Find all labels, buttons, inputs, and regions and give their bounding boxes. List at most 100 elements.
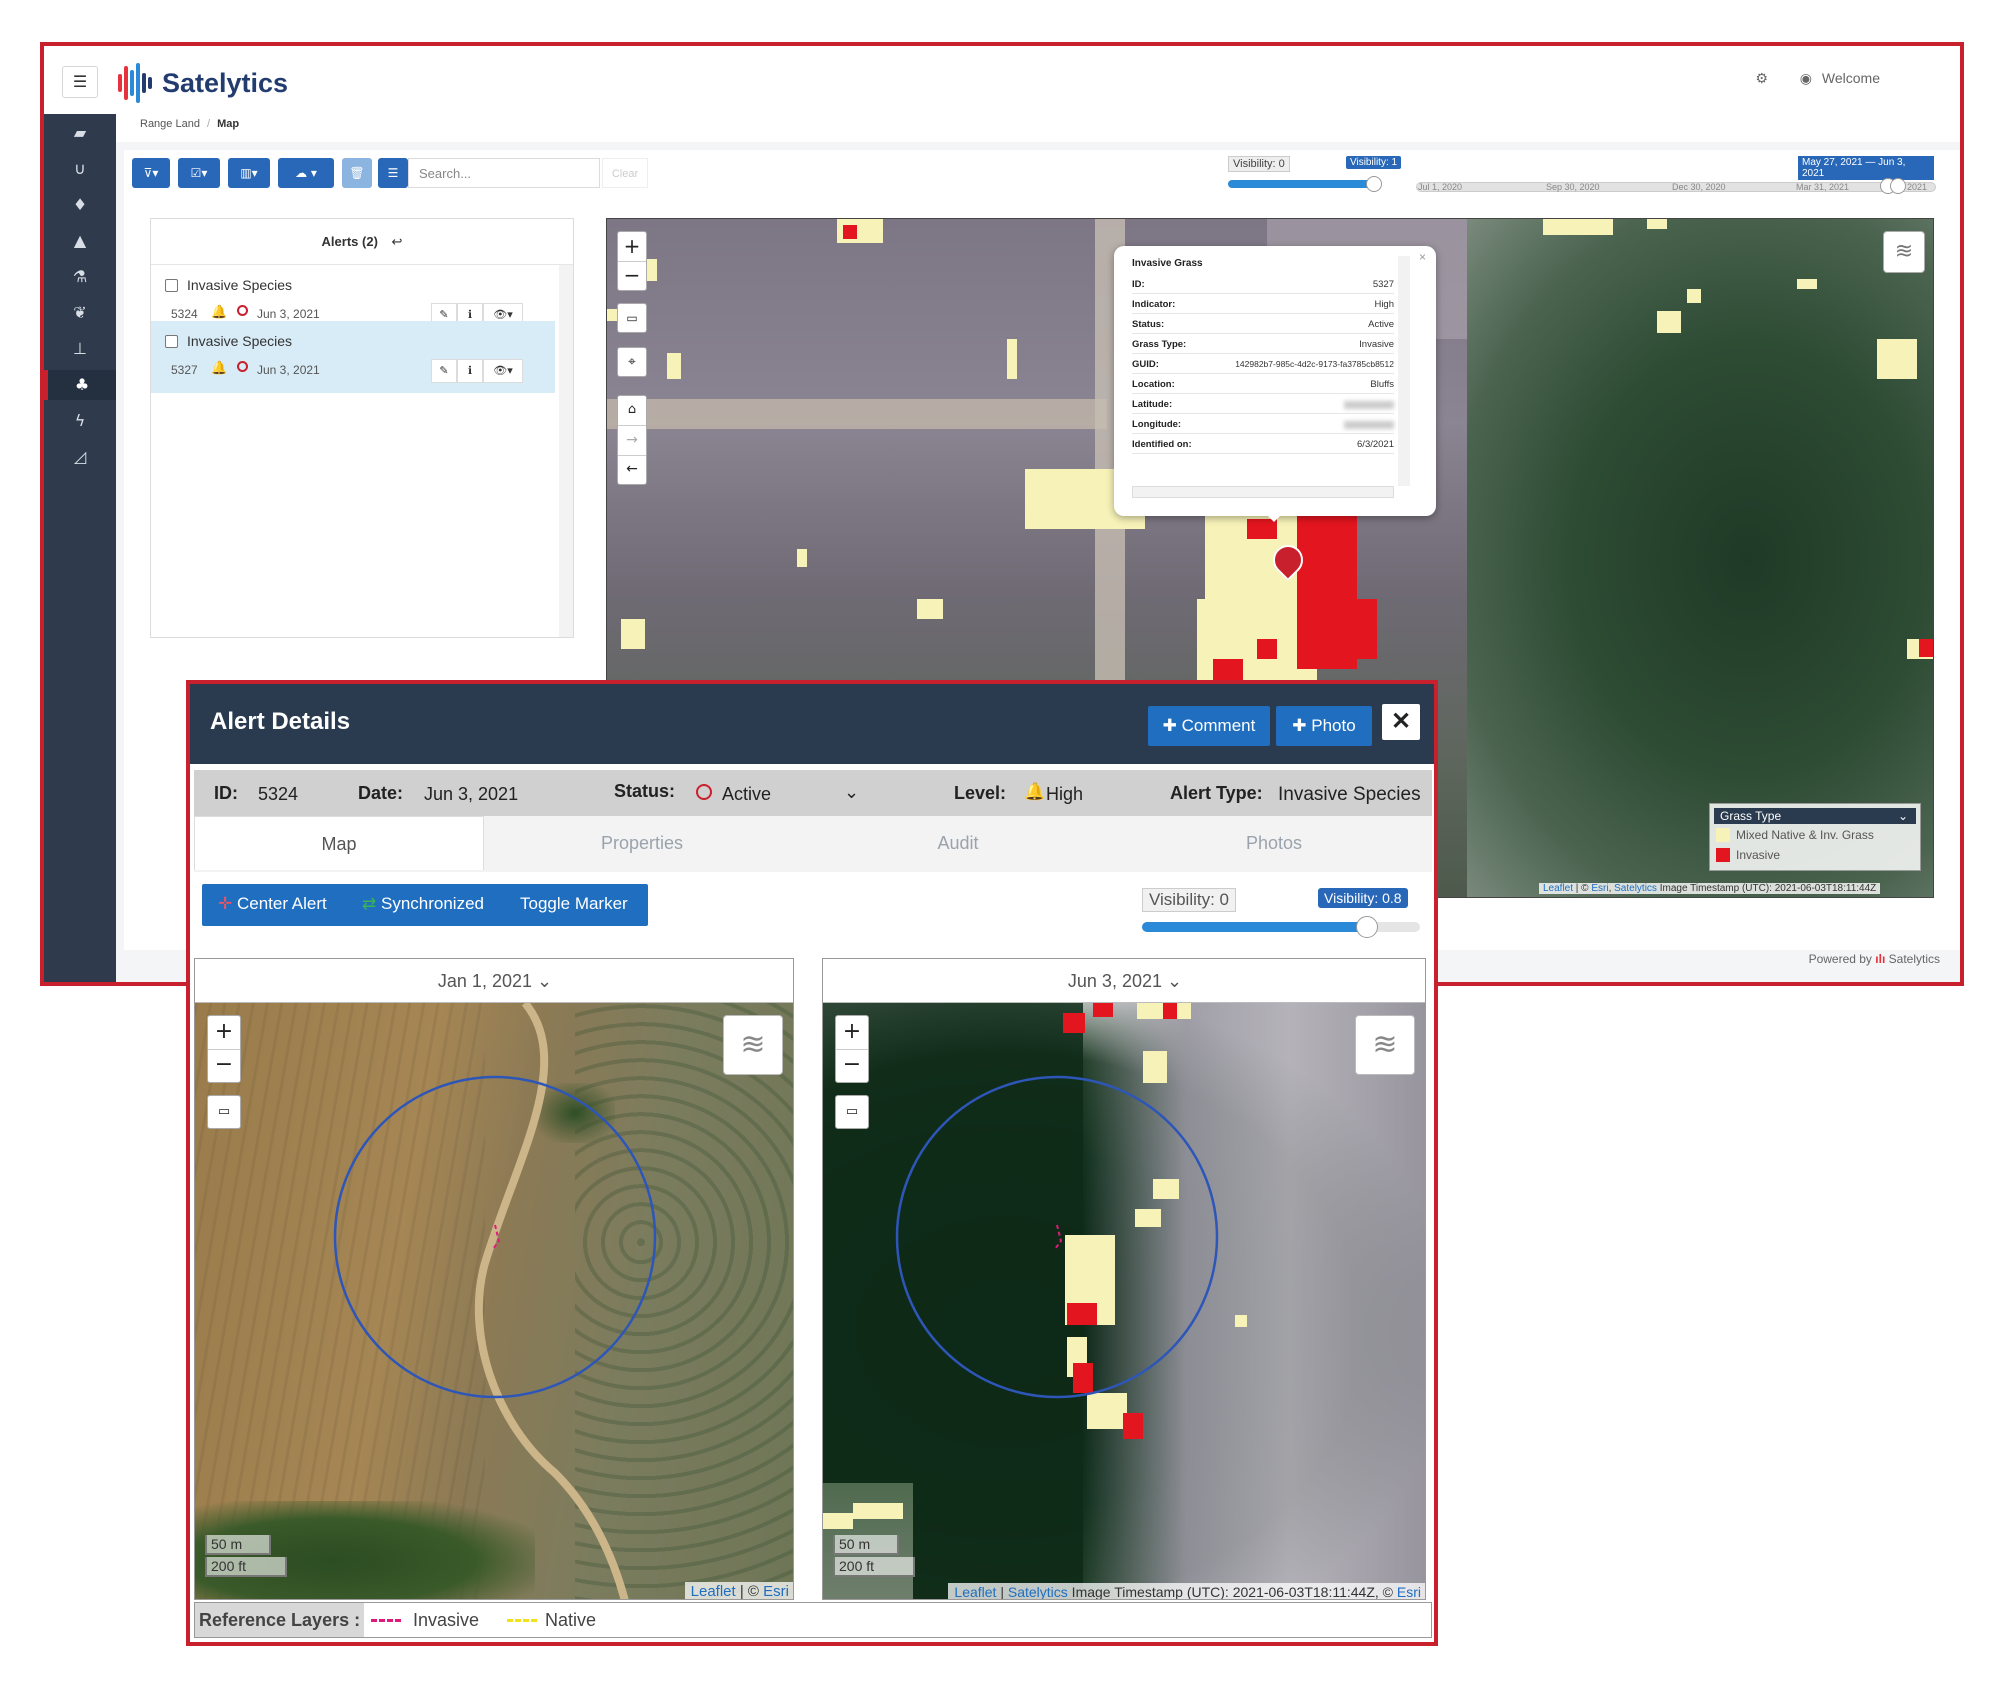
welcome-label[interactable]: Welcome: [1822, 70, 1880, 86]
visibility-eye-icon[interactable]: 👁▾: [483, 359, 523, 383]
esri-link[interactable]: Esri: [1397, 1584, 1421, 1599]
map-attribution: Leaflet | © Esri, Satelytics Image Times…: [1539, 883, 1881, 894]
add-photo-button[interactable]: ✚ Photo: [1276, 706, 1372, 746]
leaflet-link[interactable]: Leaflet: [954, 1584, 996, 1599]
folder-icon[interactable]: ▰: [44, 118, 116, 148]
ruler-icon[interactable]: ▭: [617, 303, 647, 333]
alert-list-item[interactable]: Invasive Species 5327 🔔 Jun 3, 2021 ✎ ℹ …: [151, 321, 555, 393]
filter-dropdown-button[interactable]: ⊽▾: [132, 158, 170, 188]
zoom-out-button[interactable]: −: [618, 262, 646, 290]
leaf-icon[interactable]: ❦: [44, 298, 116, 328]
tab-photos[interactable]: Photos: [1116, 816, 1432, 870]
modal-title: Alert Details: [210, 708, 351, 735]
tab-map[interactable]: Map: [194, 816, 484, 870]
date-label: Date:: [358, 783, 404, 803]
zoom-in-button[interactable]: +: [618, 232, 646, 262]
native-grass-patch: [1877, 339, 1917, 379]
toggle-marker-button[interactable]: Toggle Marker: [520, 894, 628, 914]
esri-link[interactable]: Esri: [763, 1583, 789, 1599]
zoom-out-button[interactable]: −: [836, 1050, 868, 1082]
alert-checkbox[interactable]: [165, 335, 178, 348]
menu-toggle-button[interactable]: ☰: [62, 66, 98, 98]
plus-icon: ✚: [1292, 716, 1307, 735]
list-view-button[interactable]: ☰: [378, 158, 408, 188]
slider-handle[interactable]: [1356, 916, 1378, 938]
add-comment-button[interactable]: ✚ Comment: [1148, 706, 1270, 746]
invasive-grass-patch: [1337, 599, 1377, 659]
leaflet-link[interactable]: Leaflet: [1543, 883, 1573, 894]
right-map-date-selector[interactable]: Jun 3, 2021 ⌄: [823, 959, 1425, 1003]
synchronized-button[interactable]: ⇄ Synchronized: [362, 894, 484, 914]
alert-checkbox[interactable]: [165, 279, 178, 292]
layers-icon[interactable]: ≋: [1883, 231, 1925, 273]
popup-vscrollbar[interactable]: [1398, 256, 1410, 486]
magnet-icon[interactable]: ∪: [44, 154, 116, 184]
search-input[interactable]: Search...: [408, 158, 600, 188]
grass-type-legend[interactable]: Grass Type ⌄ Mixed Native & Inv. Grass In…: [1709, 803, 1921, 871]
breadcrumb-parent[interactable]: Range Land: [140, 118, 200, 130]
popup-row: Grass Type: Invasive: [1132, 334, 1394, 354]
popup-tip: [1264, 512, 1284, 522]
left-comparison-map[interactable]: Jan 1, 2021 ⌄ + − ▭ ≋ 50 m 200 ft Leafle…: [194, 958, 794, 1600]
chevron-down-icon[interactable]: ⌄: [844, 782, 859, 803]
satelytics-link[interactable]: Satelytics: [1008, 1584, 1068, 1599]
back-arrow-icon[interactable]: ↩: [392, 235, 403, 250]
clear-button[interactable]: Clear: [602, 158, 648, 188]
delete-button[interactable]: 🗑: [342, 158, 372, 188]
right-comparison-map[interactable]: Jun 3, 2021 ⌄ + − ▭ ≋ 50 m 200 ft Leafle…: [822, 958, 1426, 1600]
map-dropdown-button[interactable]: ▥▾: [228, 158, 270, 188]
flask-icon[interactable]: ⚗: [44, 262, 116, 292]
bolt-icon[interactable]: ϟ: [44, 406, 116, 436]
close-icon[interactable]: ✕: [1382, 704, 1420, 740]
zoom-out-button[interactable]: −: [208, 1050, 240, 1082]
invasive-ref-label[interactable]: Invasive: [413, 1610, 479, 1631]
back-arrow-icon[interactable]: ←: [618, 456, 646, 484]
forward-arrow-icon[interactable]: →: [618, 426, 646, 456]
popup-row: Identified on: 6/3/2021: [1132, 434, 1394, 454]
user-icon[interactable]: ◉: [1800, 71, 1812, 87]
info-icon[interactable]: ℹ: [457, 359, 483, 383]
navigation-control: ⌂ → ←: [617, 395, 647, 485]
native-ref-label[interactable]: Native: [545, 1610, 596, 1631]
native-grass-patch: [1687, 289, 1701, 303]
status-value[interactable]: Active: [722, 784, 771, 805]
toggle-marker-label: Toggle Marker: [520, 894, 628, 913]
popup-key: Identified on:: [1132, 439, 1192, 450]
legend-title[interactable]: Grass Type ⌄: [1714, 808, 1916, 824]
ruler-icon[interactable]: ▭: [207, 1095, 241, 1129]
tab-audit[interactable]: Audit: [800, 816, 1116, 870]
popup-key: Indicator:: [1132, 299, 1176, 310]
esri-link[interactable]: Esri: [1591, 883, 1608, 894]
layers-icon[interactable]: ≋: [723, 1015, 783, 1075]
popup-close-button[interactable]: ×: [1419, 250, 1426, 264]
timeline-handle-end[interactable]: [1890, 178, 1906, 194]
left-map-date-selector[interactable]: Jan 1, 2021 ⌄: [195, 959, 793, 1003]
cloud-dropdown-button[interactable]: ☁ ▾: [278, 158, 334, 188]
popup-hscrollbar[interactable]: [1132, 486, 1394, 498]
visibility-slider-track[interactable]: [1228, 180, 1374, 188]
area-chart-icon[interactable]: ◿: [44, 442, 116, 472]
thermometer-icon[interactable]: ⊥: [44, 334, 116, 364]
leaflet-link[interactable]: Leaflet: [691, 1583, 736, 1599]
ruler-icon[interactable]: ▭: [835, 1095, 869, 1129]
settings-icon[interactable]: ⚙: [1755, 71, 1768, 87]
select-dropdown-button[interactable]: ☑▾: [178, 158, 220, 188]
alerts-scrollbar[interactable]: [559, 265, 573, 637]
alert-type: Invasive Species: [187, 277, 293, 293]
home-icon[interactable]: ⌂: [618, 396, 646, 426]
satelytics-link[interactable]: Satelytics: [1614, 883, 1657, 894]
zoom-in-button[interactable]: +: [208, 1016, 240, 1050]
drop-icon[interactable]: ♦: [44, 190, 116, 220]
location-pin-icon[interactable]: ⌖: [617, 347, 647, 377]
visibility-slider-handle[interactable]: [1366, 176, 1382, 192]
zoom-in-button[interactable]: +: [836, 1016, 868, 1050]
tree-icon[interactable]: ♣: [44, 370, 116, 400]
popup-key: Latitude:: [1132, 399, 1173, 410]
warning-icon[interactable]: ▲: [44, 226, 116, 256]
center-alert-button[interactable]: ✛ Center Alert: [218, 894, 327, 914]
map-attribution: Leaflet | Satelytics Image Timestamp (UT…: [948, 1583, 1425, 1599]
tab-properties[interactable]: Properties: [484, 816, 800, 870]
layers-icon[interactable]: ≋: [1355, 1015, 1415, 1075]
photo-label: Photo: [1311, 716, 1356, 735]
edit-pencil-icon[interactable]: ✎: [431, 359, 457, 383]
